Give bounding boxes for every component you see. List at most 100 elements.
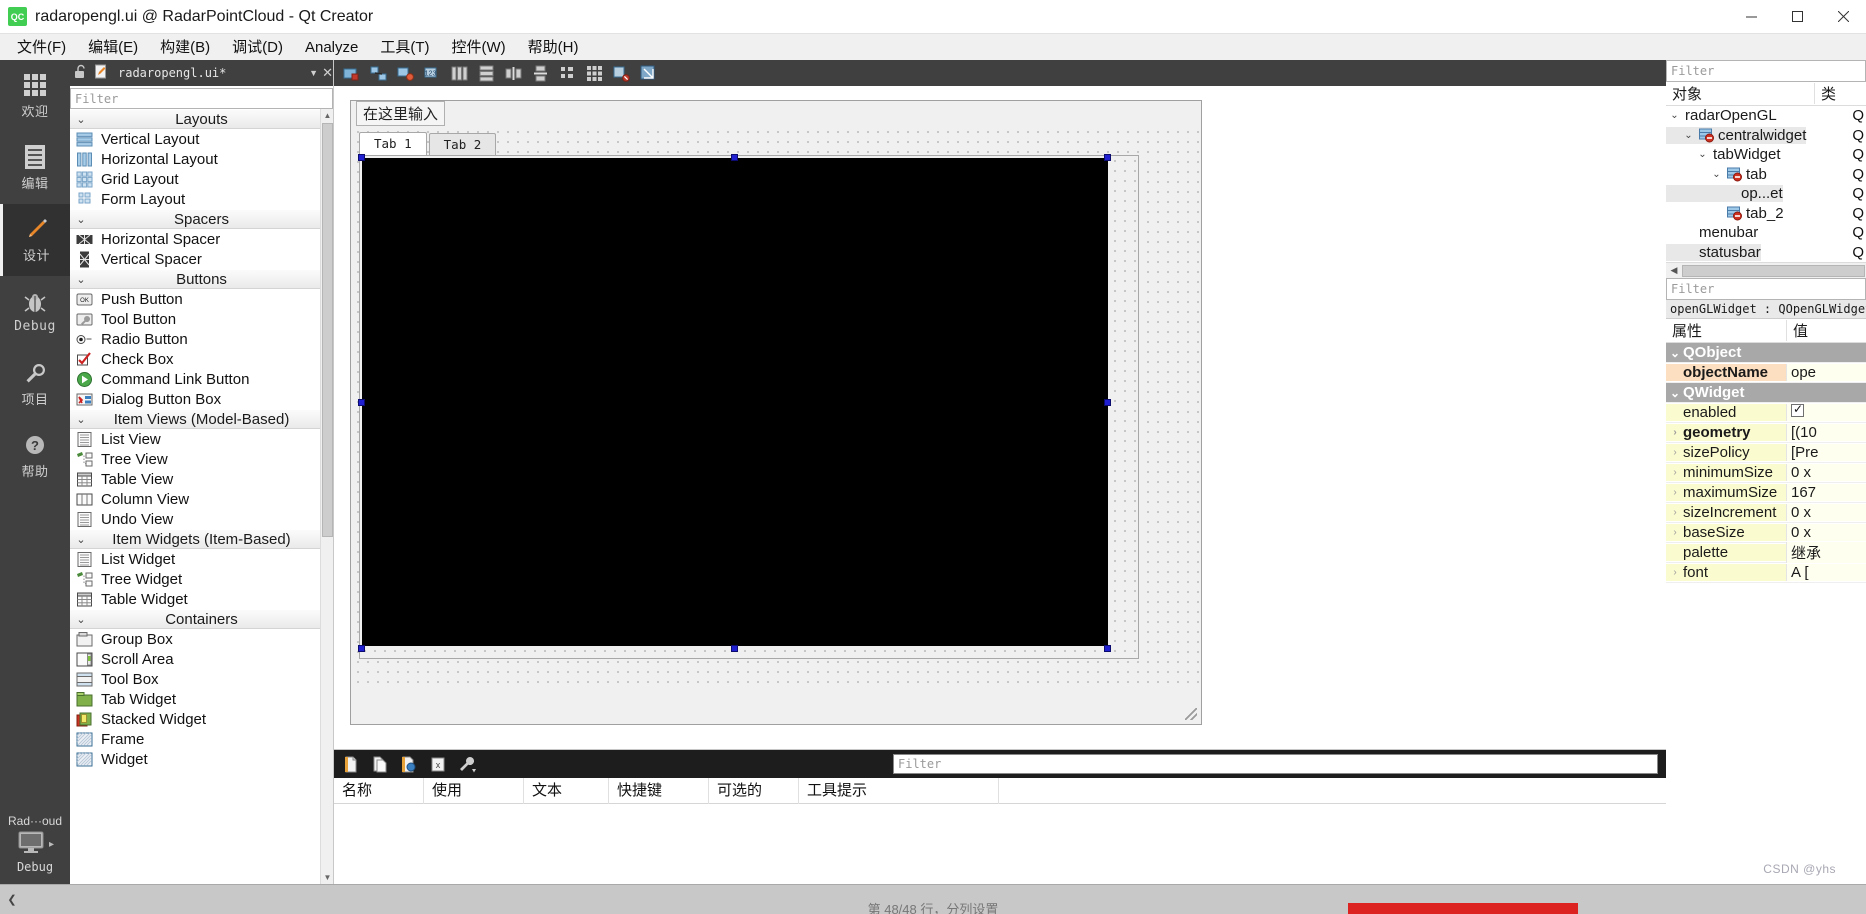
property-value[interactable]: 继承 [1786, 542, 1866, 563]
chevron-down-icon[interactable]: ⌄ [1710, 169, 1723, 180]
resize-handle-tl[interactable] [358, 154, 365, 161]
resize-handle-bl[interactable] [358, 645, 365, 652]
property-row[interactable]: › sizePolicy [Pre [1666, 443, 1866, 463]
widget-box-item[interactable]: Undo View [70, 509, 333, 529]
widget-box-item[interactable]: Check Box [70, 349, 333, 369]
property-row[interactable]: › minimumSize 0 x [1666, 463, 1866, 483]
form-size-grip[interactable] [1185, 708, 1197, 720]
chevron-down-icon[interactable]: ⌄ [1696, 149, 1709, 160]
menu-edit[interactable]: 编辑(E) [77, 35, 149, 60]
form-tab-1[interactable]: Tab 1 [359, 132, 427, 155]
action-editor-rows[interactable] [334, 804, 1666, 884]
widget-box-item[interactable]: Group Box [70, 629, 333, 649]
mode-button-help[interactable]: ? 帮助 [0, 420, 70, 492]
widget-box-item[interactable]: Tab Widget [70, 689, 333, 709]
enabled-checkbox[interactable] [1791, 404, 1804, 417]
widget-box-item[interactable]: Vertical Layout [70, 129, 333, 149]
object-tree-row[interactable]: ⌄ radarOpenGL Q [1666, 106, 1866, 126]
property-editor-filter-input[interactable]: Filter [1666, 278, 1866, 300]
chevron-right-icon[interactable]: › [1669, 487, 1681, 498]
break-layout-icon[interactable] [612, 64, 630, 82]
close-button[interactable] [1820, 0, 1866, 34]
resize-handle-bc[interactable] [731, 645, 738, 652]
form-window[interactable]: 在这里输入 Tab 1 Tab 2 [350, 100, 1202, 725]
chevron-down-icon[interactable]: ⌄ [1669, 386, 1681, 400]
widget-box-item[interactable]: Table Widget [70, 589, 333, 609]
layout-horizontally-icon[interactable] [450, 64, 468, 82]
resize-handle-br[interactable] [1104, 645, 1111, 652]
property-value[interactable] [1786, 404, 1866, 421]
copy-action-icon[interactable] [371, 755, 389, 773]
action-column-header[interactable]: 名称 [334, 777, 424, 804]
action-column-header[interactable]: 文本 [524, 777, 609, 804]
minimize-button[interactable] [1728, 0, 1774, 34]
editor-tab-filename[interactable]: radaropengl.ui* [114, 64, 303, 82]
widget-box-item[interactable]: Table View [70, 469, 333, 489]
widget-box-item[interactable]: Frame [70, 729, 333, 749]
resize-handle-mr[interactable] [1104, 399, 1111, 406]
chevron-right-icon[interactable]: › [1669, 467, 1681, 478]
widget-box-item[interactable]: Widget [70, 749, 333, 769]
edit-action-icon[interactable] [400, 755, 418, 773]
property-value[interactable]: [(10 [1786, 424, 1866, 441]
menu-widgets[interactable]: 控件(W) [441, 35, 517, 60]
configure-icon[interactable] [458, 755, 476, 773]
property-value[interactable]: 0 x [1786, 504, 1866, 521]
property-row[interactable]: › font A [ [1666, 563, 1866, 583]
widget-box-scrollbar[interactable]: ▲ ▼ [320, 109, 333, 884]
layout-vertically-icon[interactable] [477, 64, 495, 82]
chevron-down-icon[interactable]: ⌄ [1682, 130, 1695, 141]
property-group-row[interactable]: ⌄ QObject [1666, 343, 1866, 363]
resize-handle-ml[interactable] [358, 399, 365, 406]
widget-box-item[interactable]: Tool Button [70, 309, 333, 329]
widget-box-item[interactable]: Vertical Spacer [70, 249, 333, 269]
scroll-down-arrow[interactable]: ▼ [321, 871, 333, 884]
close-icon[interactable]: ✕ [322, 65, 333, 81]
object-tree-row[interactable]: menubar Q [1666, 223, 1866, 243]
layout-splitter-vertical-icon[interactable] [531, 64, 549, 82]
form-editor-canvas[interactable]: 在这里输入 Tab 1 Tab 2 [334, 86, 1666, 749]
widget-box-item[interactable]: Horizontal Layout [70, 149, 333, 169]
mode-button-edit[interactable]: 编辑 [0, 132, 70, 204]
form-tab-2[interactable]: Tab 2 [428, 133, 497, 155]
menu-build[interactable]: 构建(B) [149, 35, 221, 60]
widget-box-filter-input[interactable]: Filter [70, 88, 333, 109]
form-tab-pane[interactable] [358, 154, 1139, 659]
edit-signals-slots-icon[interactable] [369, 64, 387, 82]
widget-box-category-item-views-model-based[interactable]: ⌄ Item Views (Model-Based) [70, 409, 333, 429]
opengl-widget-preview[interactable] [362, 158, 1108, 646]
form-menubar[interactable]: 在这里输入 [351, 100, 1201, 126]
widget-box-item[interactable]: Tree View [70, 449, 333, 469]
widget-box-item[interactable]: Scroll Area [70, 649, 333, 669]
menu-help[interactable]: 帮助(H) [517, 35, 590, 60]
menu-tools[interactable]: 工具(T) [369, 35, 440, 60]
widget-box-category-layouts[interactable]: ⌄ Layouts [70, 109, 333, 129]
edit-tab-order-icon[interactable]: 123 [423, 64, 441, 82]
object-tree-row[interactable]: tab_2 Q [1666, 204, 1866, 224]
object-tree-row[interactable]: ⌄ centralwidget Q [1666, 126, 1866, 146]
action-column-header[interactable]: 可选的 [709, 777, 799, 804]
edit-buddies-icon[interactable] [396, 64, 414, 82]
kit-selector[interactable]: Rad···oud ▸ Debug [0, 808, 70, 884]
property-row[interactable]: palette 继承 [1666, 542, 1866, 563]
chevron-down-icon[interactable]: ▼ [309, 68, 318, 78]
chevron-right-icon[interactable]: › [1669, 507, 1681, 518]
layout-splitter-horizontal-icon[interactable] [504, 64, 522, 82]
scrollbar-thumb[interactable] [1682, 264, 1865, 277]
widget-box-item[interactable]: List View [70, 429, 333, 449]
action-column-header[interactable]: 工具提示 [799, 777, 999, 804]
widget-box-item[interactable]: Column View [70, 489, 333, 509]
menu-debug[interactable]: 调试(D) [221, 35, 294, 60]
layout-grid-icon[interactable] [585, 64, 603, 82]
chevron-down-icon[interactable]: ⌄ [1668, 110, 1681, 121]
widget-box-category-item-widgets-item-based[interactable]: ⌄ Item Widgets (Item-Based) [70, 529, 333, 549]
widget-box-item[interactable]: Form Layout [70, 189, 333, 209]
widget-box-item[interactable]: Stacked Widget [70, 709, 333, 729]
property-value[interactable]: [Pre [1786, 444, 1866, 461]
object-tree-row[interactable]: statusbar Q [1666, 243, 1866, 263]
widget-box-item[interactable]: List Widget [70, 549, 333, 569]
widget-box-item[interactable]: Dialog Button Box [70, 389, 333, 409]
menubar-type-here[interactable]: 在这里输入 [356, 100, 446, 126]
property-row[interactable]: › geometry [(10 [1666, 423, 1866, 443]
chevron-right-icon[interactable]: › [1669, 527, 1681, 538]
